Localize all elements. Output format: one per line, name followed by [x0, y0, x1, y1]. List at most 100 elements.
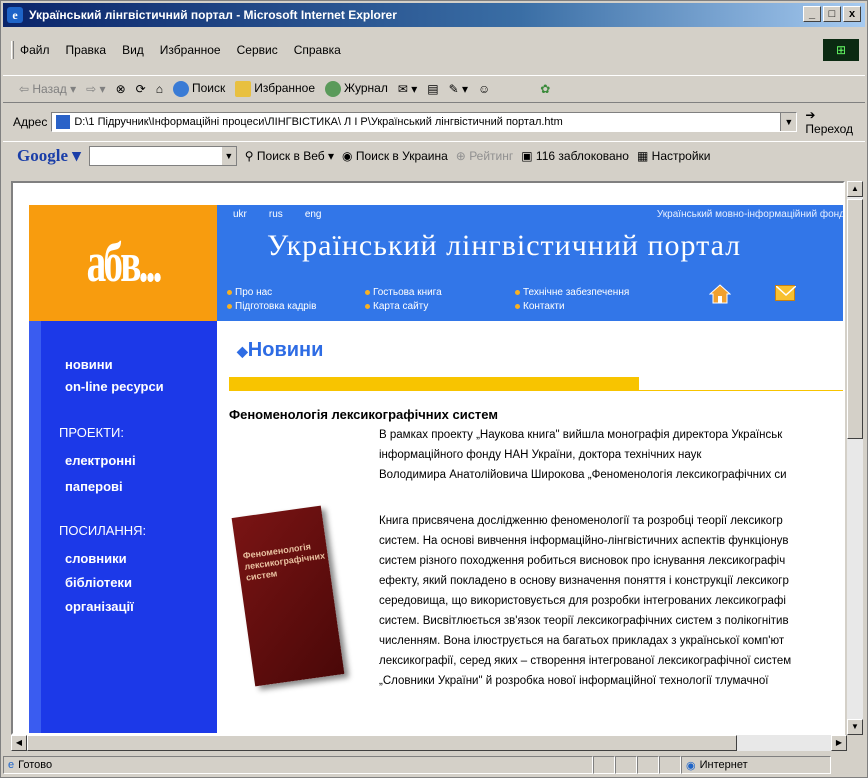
google-dropdown-icon[interactable]: ▼: [221, 146, 236, 165]
forward-button[interactable]: ⇨ ▾: [86, 82, 105, 96]
sidebar-item-libraries[interactable]: бібліотеки: [65, 575, 132, 590]
edit-icon[interactable]: ✎ ▾: [449, 82, 468, 96]
menu-edit[interactable]: Правка: [66, 43, 107, 57]
title-bar: e Український лінгвістичний портал - Mic…: [3, 3, 865, 27]
status-cell-3: [637, 756, 659, 774]
menu-grip: [11, 41, 14, 59]
body-line-1: Книга присвячена дослідженню феноменолог…: [379, 515, 783, 527]
menu-help[interactable]: Справка: [294, 43, 341, 57]
body-line-2: систем. На основі вивчення інформаційно-…: [379, 535, 789, 547]
page-viewport: абв... ukr rus eng Український мовно-інф…: [11, 181, 845, 735]
menu-favorites[interactable]: Избранное: [160, 43, 221, 57]
sidebar-item-online[interactable]: on-line ресурси: [65, 379, 164, 394]
nav-support[interactable]: Технічне забезпечення: [515, 287, 629, 298]
address-label: Адрес: [13, 115, 48, 129]
sidebar-item-dictionaries[interactable]: словники: [65, 551, 127, 566]
status-zone: ◉ Интернет: [681, 756, 831, 774]
status-bar: e Готово ◉ Интернет: [3, 755, 865, 775]
refresh-icon[interactable]: ⟳: [136, 82, 146, 96]
body-line-5: середовища, що використовується для розр…: [379, 595, 786, 607]
book-cover-image: Феноменологія лексикографічних систем: [231, 505, 345, 687]
sidebar-item-electronic[interactable]: електронні: [65, 453, 136, 468]
status-page-icon: e: [8, 759, 15, 771]
popup-blocked-button[interactable]: ▣ 116 заблоковано: [521, 149, 629, 163]
lang-ukr[interactable]: ukr: [233, 209, 247, 220]
intro-line-3: Володимира Анатолійовича Широкова „Феном…: [379, 469, 787, 481]
lang-eng[interactable]: eng: [305, 209, 322, 220]
lang-rus[interactable]: rus: [269, 209, 283, 220]
print-icon[interactable]: ▤: [427, 82, 438, 96]
scroll-up-icon[interactable]: ▲: [847, 181, 863, 197]
intro-line-2: інформаційного фонду НАН України, доктор…: [379, 449, 702, 461]
search-button[interactable]: Поиск: [172, 81, 225, 97]
internet-zone-icon: ◉: [686, 759, 696, 772]
menu-view[interactable]: Вид: [122, 43, 144, 57]
pagerank-button[interactable]: ⊕ Рейтинг: [456, 149, 513, 163]
windows-logo-icon: ⊞: [823, 39, 859, 61]
banner-org-name: Український мовно-інформаційний фонд: [656, 209, 845, 220]
sidebar-item-organizations[interactable]: організації: [65, 599, 134, 614]
status-cell-2: [615, 756, 637, 774]
nav-about[interactable]: Про нас: [227, 287, 272, 298]
window-title: Український лінгвістичний портал - Micro…: [29, 8, 397, 22]
nav-training[interactable]: Підготовка кадрів: [227, 301, 316, 312]
address-dropdown-icon[interactable]: ▼: [780, 113, 797, 131]
heading-underline-bar: [229, 377, 639, 391]
sidebar-heading-projects: ПРОЕКТИ:: [59, 425, 124, 440]
nav-contacts[interactable]: Контакти: [515, 301, 565, 312]
scroll-right-icon[interactable]: ▶: [831, 735, 847, 751]
news-heading: ◆Новини: [237, 339, 324, 361]
vertical-scrollbar[interactable]: ▲ ▼: [847, 181, 863, 735]
article-title[interactable]: Феноменологія лексикографічних систем: [229, 407, 498, 422]
main-content: ◆Новини Феноменологія лексикографічних с…: [217, 321, 843, 733]
body-line-7: численням. Вона ілюструється на багатьох…: [379, 635, 785, 647]
search-web-button[interactable]: ⚲ Поиск в Веб ▾: [245, 149, 334, 163]
nav-guestbook[interactable]: Гостьова книга: [365, 287, 442, 298]
body-line-8: лексикографії, серед яких – створення ін…: [379, 655, 792, 667]
google-toolbar: Google ▾ ▼ ⚲ Поиск в Веб ▾ ◉ Поиск в Укр…: [3, 141, 865, 169]
horizontal-scroll-thumb[interactable]: [27, 735, 737, 751]
history-button[interactable]: Журнал: [325, 81, 388, 97]
site-logo[interactable]: абв...: [29, 205, 217, 321]
scroll-down-icon[interactable]: ▼: [847, 719, 863, 735]
settings-button[interactable]: ▦ Настройки: [637, 149, 711, 163]
search-ukraine-button[interactable]: ◉ Поиск в Украина: [342, 149, 448, 163]
sidebar-item-paper[interactable]: паперові: [65, 479, 123, 494]
restore-button[interactable]: □: [823, 6, 841, 22]
status-text: e Готово: [3, 756, 593, 774]
heading-underline-line: [639, 390, 843, 391]
body-line-4: ефекту, який покладено в основу визначен…: [379, 575, 789, 587]
plugin-icon[interactable]: ✿: [540, 82, 550, 96]
menu-tools[interactable]: Сервис: [237, 43, 278, 57]
intro-line-1: В рамках проекту „Наукова книга" вийшла …: [379, 429, 783, 441]
messenger-icon[interactable]: ☺: [478, 82, 490, 96]
close-button[interactable]: x: [843, 6, 861, 22]
status-cell-1: [593, 756, 615, 774]
minimize-button[interactable]: _: [803, 6, 821, 22]
address-input[interactable]: D:\1 Підручник\Інформаційні процеси\ЛІНГ…: [51, 112, 798, 132]
browser-window: e Український лінгвістичний портал - Mic…: [0, 0, 868, 778]
mail-envelope-icon[interactable]: [775, 285, 797, 301]
favorites-button[interactable]: Избранное: [235, 81, 315, 97]
site-banner: ukr rus eng Український мовно-інформацій…: [217, 205, 845, 321]
home-icon[interactable]: ⌂: [156, 82, 163, 96]
nav-sitemap[interactable]: Карта сайту: [365, 301, 428, 312]
ie-icon: e: [7, 7, 23, 23]
body-line-6: систем. Висвітлюється зв'язок теорії лек…: [379, 615, 789, 627]
menu-file[interactable]: Файл: [20, 43, 50, 57]
site-sidebar: новини on-line ресурси ПРОЕКТИ: електрон…: [29, 321, 217, 733]
back-button[interactable]: ⇦ Назад ▾: [19, 82, 76, 96]
vertical-scroll-thumb[interactable]: [847, 199, 863, 439]
go-button[interactable]: ➔ Переход: [805, 108, 865, 136]
google-search-input[interactable]: ▼: [88, 145, 237, 166]
horizontal-scrollbar[interactable]: ◀ ▶: [11, 735, 847, 751]
home-page-icon[interactable]: [709, 283, 731, 305]
google-logo[interactable]: Google ▾: [17, 146, 81, 166]
sidebar-item-news[interactable]: новини: [65, 357, 113, 372]
address-value: D:\1 Підручник\Інформаційні процеси\ЛІНГ…: [74, 116, 563, 128]
mail-icon[interactable]: ✉ ▾: [398, 82, 417, 96]
sidebar-stripe: [29, 321, 41, 733]
scroll-left-icon[interactable]: ◀: [11, 735, 27, 751]
stop-icon[interactable]: ⊗: [116, 82, 126, 96]
portal-page: абв... ukr rus eng Український мовно-інф…: [29, 205, 845, 733]
